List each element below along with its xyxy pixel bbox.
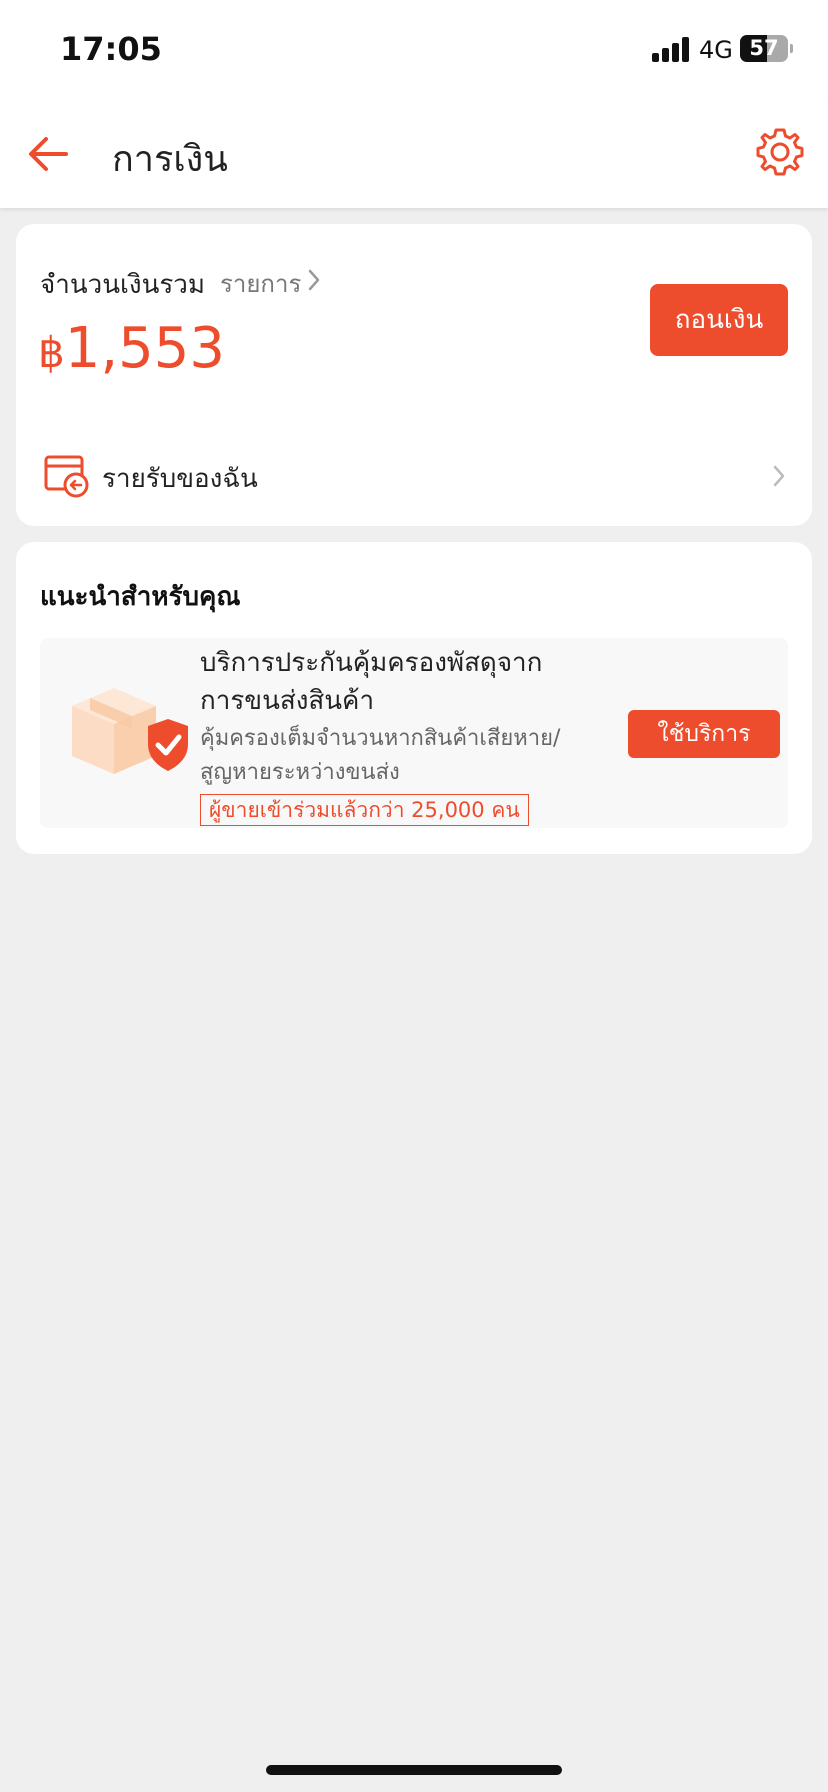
my-income-label: รายรับของฉัน: [102, 464, 258, 494]
promo-title: บริการประกันคุ้มครองพัสดุจากการขนส่งสินค…: [200, 648, 543, 716]
page-title: การเงิน: [112, 139, 228, 180]
gear-icon[interactable]: [754, 126, 806, 178]
battery-icon: 57: [740, 35, 793, 62]
seller-count-badge: ผู้ขายเข้าร่วมแล้วกว่า 25,000 คน: [200, 794, 529, 826]
app-header: การเงิน: [0, 100, 828, 208]
transactions-link[interactable]: รายการ: [220, 264, 301, 303]
balance-value: 1,553: [64, 316, 226, 381]
currency-symbol: ฿: [38, 328, 65, 377]
income-wallet-icon: [44, 454, 90, 498]
chevron-right-icon[interactable]: [306, 268, 322, 292]
chevron-right-icon: [772, 464, 786, 488]
balance-amount: ฿1,553: [38, 316, 225, 381]
my-income-row[interactable]: รายรับของฉัน: [16, 446, 812, 516]
package-shield-icon: [62, 678, 192, 788]
balance-card: จำนวนเงินรวม รายการ ฿1,553 ถอนเงิน รายรั…: [16, 224, 812, 526]
use-service-button[interactable]: ใช้บริการ: [628, 710, 780, 758]
promo-description: คุ้มครองเต็มจำนวนหากสินค้าเสียหาย/สูญหาย…: [200, 726, 561, 785]
home-indicator[interactable]: [266, 1765, 562, 1775]
withdraw-button[interactable]: ถอนเงิน: [650, 284, 788, 356]
battery-level: 57: [749, 36, 779, 60]
status-bar: 17:05 4G 57: [0, 0, 828, 100]
recommendation-title: แนะนำสำหรับคุณ: [40, 582, 241, 612]
arrow-left-icon[interactable]: [24, 130, 72, 178]
total-balance-label: จำนวนเงินรวม: [40, 270, 206, 300]
recommendation-card: แนะนำสำหรับคุณ บริการประกันคุ้มครองพัสดุ…: [16, 542, 812, 854]
network-type: 4G: [699, 36, 733, 64]
status-time: 17:05: [60, 30, 162, 68]
signal-icon: [652, 36, 692, 62]
shipping-insurance-promo[interactable]: บริการประกันคุ้มครองพัสดุจากการขนส่งสินค…: [40, 638, 788, 828]
